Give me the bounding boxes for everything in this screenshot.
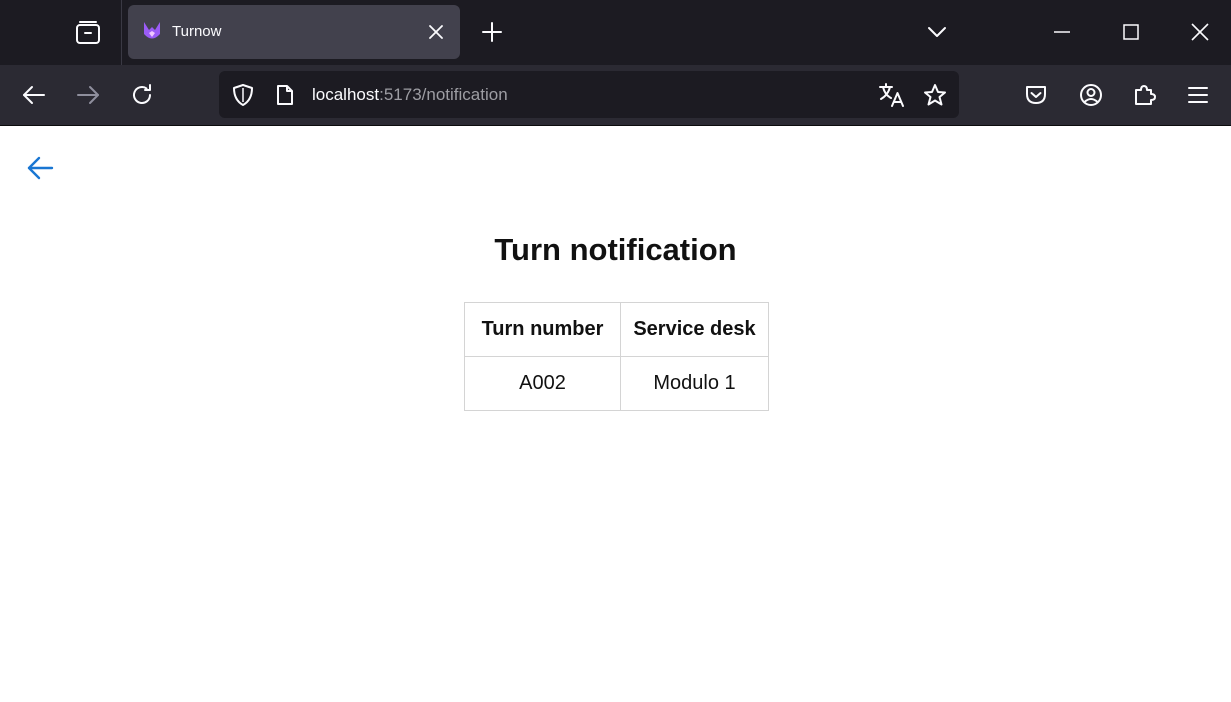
table-header-row: Turn number Service desk: [464, 302, 769, 357]
site-info-button[interactable]: [272, 82, 298, 108]
puzzle-icon: [1135, 85, 1156, 105]
back-link[interactable]: [24, 152, 56, 184]
address-bar[interactable]: localhost:5173/notification: [219, 71, 959, 118]
back-button[interactable]: [17, 78, 51, 112]
active-tab[interactable]: Turnow: [128, 5, 460, 59]
tracking-protection-button[interactable]: [230, 82, 256, 108]
column-header-service-desk: Service desk: [620, 302, 769, 357]
maximize-icon: [1123, 24, 1139, 40]
page-content: Turn notification Turn number Service de…: [0, 126, 1231, 702]
turnow-logo-icon: [144, 22, 160, 39]
arrow-left-icon: [23, 86, 45, 104]
forward-button[interactable]: [71, 78, 105, 112]
url-text[interactable]: localhost:5173/notification: [312, 85, 508, 105]
turn-table: Turn number Service desk A002 Modulo 1: [464, 302, 769, 411]
turn-number-cell: A002: [464, 356, 621, 411]
account-button[interactable]: [1074, 78, 1108, 112]
reload-button[interactable]: [125, 78, 159, 112]
chevron-down-icon: [928, 27, 946, 37]
page-icon: [277, 85, 293, 105]
tab-manager-button[interactable]: [72, 17, 104, 49]
reload-icon: [133, 84, 151, 104]
translate-button[interactable]: [879, 82, 905, 108]
arrow-left-icon: [27, 156, 54, 180]
tab-manager-icon: [76, 21, 100, 44]
tab-close-button[interactable]: [426, 22, 446, 42]
table-row: A002 Modulo 1: [464, 356, 769, 411]
plus-icon: [482, 22, 502, 42]
tab-divider: [121, 0, 122, 65]
new-tab-button[interactable]: [477, 17, 507, 47]
star-icon: [924, 84, 946, 106]
service-desk-cell: Modulo 1: [620, 356, 769, 411]
bookmark-button[interactable]: [922, 82, 948, 108]
close-window-button[interactable]: [1177, 10, 1223, 54]
browser-tab-bar: Turnow: [0, 0, 1231, 65]
extensions-button[interactable]: [1128, 78, 1162, 112]
url-host: localhost: [312, 85, 380, 104]
close-icon: [1191, 23, 1209, 41]
hamburger-menu-icon: [1188, 87, 1208, 103]
translate-icon: [879, 83, 904, 107]
minimize-window-button[interactable]: [1039, 10, 1085, 54]
app-menu-button[interactable]: [1181, 78, 1215, 112]
browser-toolbar: localhost:5173/notification: [0, 65, 1231, 126]
minimize-icon: [1054, 31, 1070, 33]
shield-icon: [233, 84, 253, 106]
url-path: :5173/notification: [379, 85, 508, 104]
account-icon: [1080, 84, 1102, 106]
arrow-right-icon: [77, 86, 99, 104]
close-icon: [429, 25, 443, 39]
pocket-icon: [1026, 86, 1046, 104]
list-all-tabs-button[interactable]: [922, 17, 952, 47]
pocket-button[interactable]: [1019, 78, 1053, 112]
maximize-window-button[interactable]: [1108, 10, 1154, 54]
column-header-turn-number: Turn number: [464, 302, 621, 357]
page-title: Turn notification: [494, 232, 737, 267]
tab-title: Turnow: [172, 23, 222, 40]
